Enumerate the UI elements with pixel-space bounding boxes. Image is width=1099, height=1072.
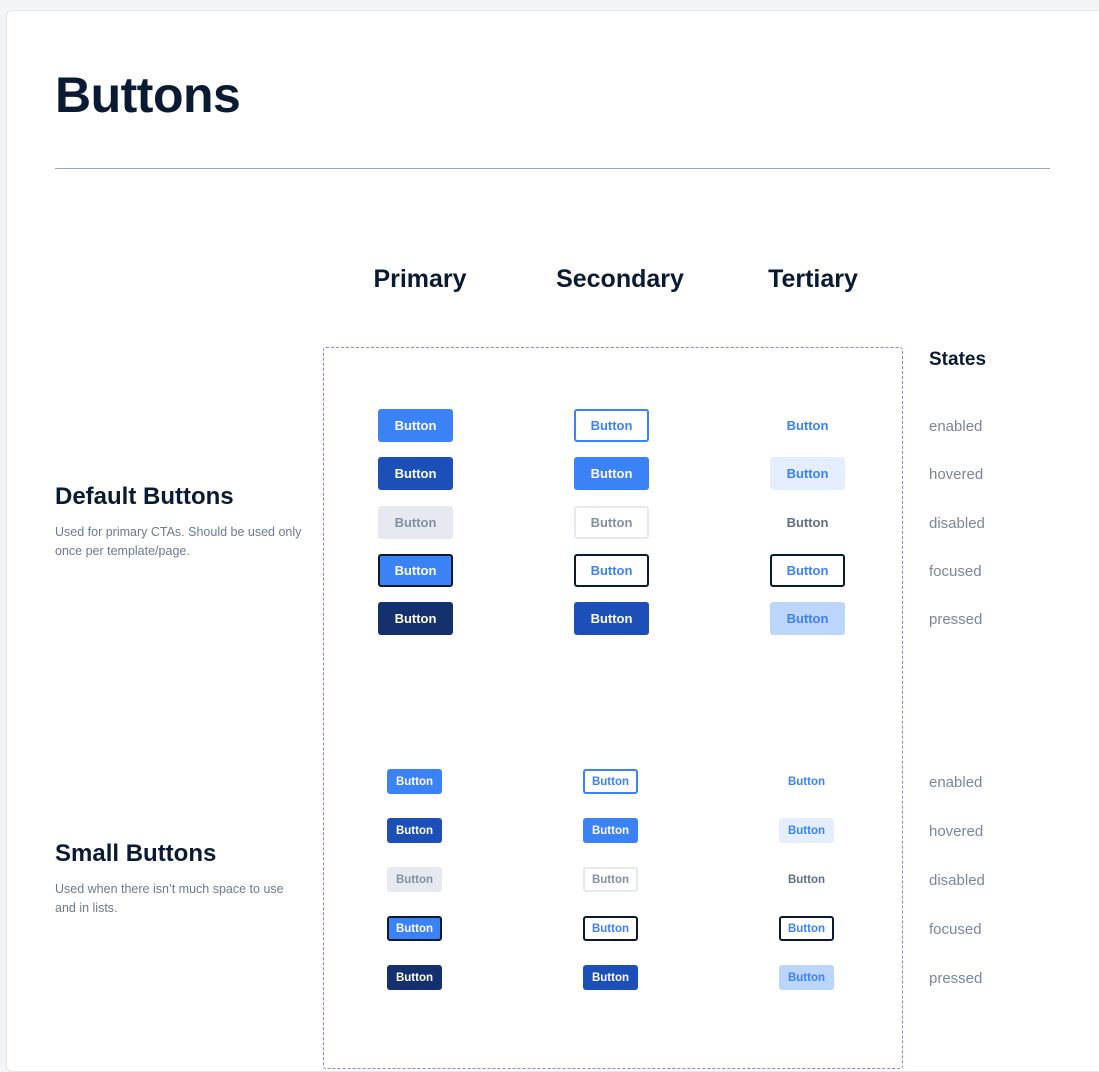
secondary-button-focused[interactable]: Button (574, 554, 649, 587)
tertiary-button-focused[interactable]: Button (770, 554, 845, 587)
state-label-hovered: hovered (929, 466, 984, 483)
state-label-disabled: disabled (929, 515, 985, 532)
small-state-label-hovered: hovered (929, 823, 984, 840)
small-buttons-description: Used when there isn’t much space to use … (55, 882, 284, 915)
secondary-button-disabled: Button (574, 506, 649, 539)
primary-button-hovered[interactable]: Button (378, 457, 453, 490)
small-primary-button-focused[interactable]: Button (387, 916, 442, 941)
small-primary-button-disabled: Button (387, 867, 442, 892)
primary-button-disabled: Button (378, 506, 453, 539)
small-secondary-button-disabled: Button (583, 867, 638, 892)
secondary-button-pressed[interactable]: Button (574, 602, 649, 635)
small-tertiary-button-focused[interactable]: Button (779, 916, 834, 941)
state-label-pressed: pressed (929, 611, 983, 628)
small-secondary-button-focused[interactable]: Button (583, 916, 638, 941)
small-tertiary-button-hovered[interactable]: Button (779, 818, 834, 843)
small-primary-button-pressed[interactable]: Button (387, 965, 442, 990)
state-label-focused: focused (929, 563, 982, 580)
small-primary-button-enabled[interactable]: Button (387, 769, 442, 794)
small-tertiary-button-enabled[interactable]: Button (779, 769, 834, 794)
page-title: Buttons (55, 67, 241, 123)
default-buttons-title: Default Buttons (55, 483, 234, 510)
small-state-label-enabled: enabled (929, 774, 983, 791)
small-buttons-title: Small Buttons (55, 840, 217, 867)
small-secondary-button-pressed[interactable]: Button (583, 965, 638, 990)
title-divider (55, 168, 1050, 169)
column-header-secondary: Secondary (556, 265, 684, 293)
tertiary-button-enabled[interactable]: Button (770, 409, 845, 442)
small-secondary-button-hovered[interactable]: Button (583, 818, 638, 843)
column-header-tertiary: Tertiary (768, 265, 858, 293)
small-tertiary-button-disabled: Button (779, 867, 834, 892)
tertiary-button-disabled: Button (770, 506, 845, 539)
secondary-button-enabled[interactable]: Button (574, 409, 649, 442)
primary-button-focused[interactable]: Button (378, 554, 453, 587)
small-state-label-pressed: pressed (929, 970, 983, 987)
default-buttons-description: Used for primary CTAs. Should be used on… (55, 525, 302, 558)
secondary-button-hovered[interactable]: Button (574, 457, 649, 490)
state-label-enabled: enabled (929, 418, 983, 435)
tertiary-button-pressed[interactable]: Button (770, 602, 845, 635)
small-tertiary-button-pressed[interactable]: Button (779, 965, 834, 990)
small-secondary-button-enabled[interactable]: Button (583, 769, 638, 794)
column-header-states: States (929, 349, 987, 370)
primary-button-pressed[interactable]: Button (378, 602, 453, 635)
tertiary-button-hovered[interactable]: Button (770, 457, 845, 490)
small-state-label-disabled: disabled (929, 872, 985, 889)
button-variants-frame (323, 347, 903, 1069)
small-primary-button-hovered[interactable]: Button (387, 818, 442, 843)
primary-button-enabled[interactable]: Button (378, 409, 453, 442)
small-state-label-focused: focused (929, 921, 982, 938)
column-header-primary: Primary (373, 265, 467, 293)
